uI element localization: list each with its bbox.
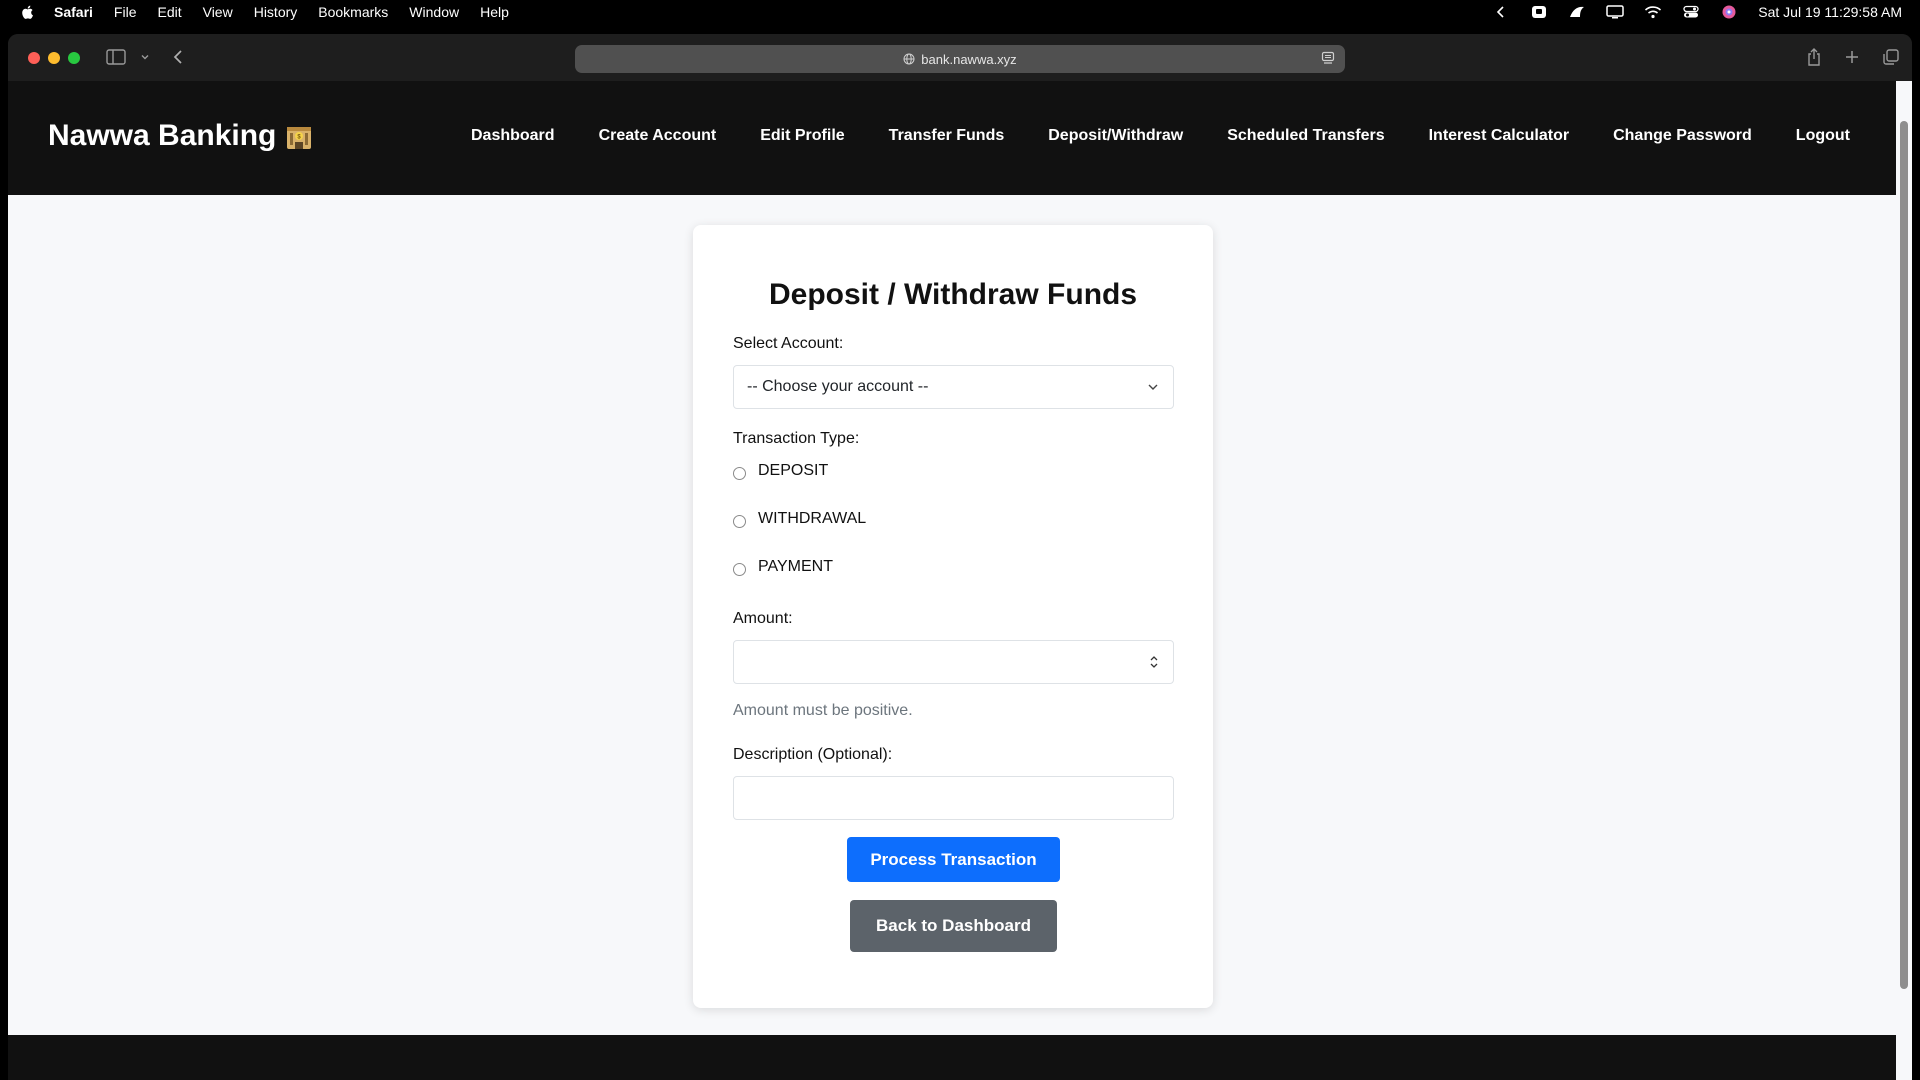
- menu-window[interactable]: Window: [409, 4, 459, 20]
- safari-window: bank.nawwa.xyz Nawwa Banking $ Dashboard…: [8, 34, 1912, 1080]
- back-to-dashboard-button[interactable]: Back to Dashboard: [850, 900, 1057, 952]
- nav-change-password[interactable]: Change Password: [1613, 127, 1752, 145]
- menu-history[interactable]: History: [254, 4, 298, 20]
- chevron-down-icon: [1148, 384, 1158, 390]
- zoom-window-button[interactable]: [68, 52, 80, 64]
- nav-dashboard[interactable]: Dashboard: [471, 127, 555, 145]
- app-status-icon[interactable]: [1568, 5, 1586, 19]
- nav-transfer-funds[interactable]: Transfer Funds: [889, 127, 1005, 145]
- menu-bookmarks[interactable]: Bookmarks: [318, 4, 388, 20]
- radio-payment-label: PAYMENT: [758, 558, 833, 575]
- bank-icon: $: [287, 127, 312, 149]
- nav-edit-profile[interactable]: Edit Profile: [760, 127, 844, 145]
- scrollbar-thumb[interactable]: [1900, 121, 1908, 989]
- web-page: Nawwa Banking $ Dashboard Create Account…: [8, 81, 1896, 1080]
- radio-button[interactable]: [733, 562, 746, 576]
- page-scrollbar[interactable]: [1896, 81, 1912, 1080]
- siri-icon[interactable]: [1720, 5, 1738, 19]
- control-center-icon[interactable]: [1682, 5, 1700, 19]
- account-label: Select Account:: [733, 335, 844, 352]
- process-transaction-button[interactable]: Process Transaction: [847, 837, 1060, 882]
- tab-overview-icon[interactable]: [1882, 46, 1900, 68]
- globe-icon: [903, 53, 915, 65]
- nav-interest-calculator[interactable]: Interest Calculator: [1429, 127, 1569, 145]
- new-tab-icon[interactable]: [1844, 46, 1860, 68]
- minimize-window-button[interactable]: [48, 52, 60, 64]
- radio-withdrawal[interactable]: WITHDRAWAL: [733, 510, 866, 528]
- page-title: Deposit / Withdraw Funds: [768, 278, 1138, 311]
- sidebar-toggle-icon[interactable]: [106, 46, 126, 68]
- radio-deposit[interactable]: DEPOSIT: [733, 462, 828, 480]
- description-label: Description (Optional):: [733, 746, 893, 763]
- account-select[interactable]: -- Choose your account --: [733, 365, 1174, 409]
- menu-file[interactable]: File: [114, 4, 137, 20]
- share-icon[interactable]: [1806, 46, 1822, 68]
- radio-deposit-label: DEPOSIT: [758, 462, 829, 479]
- brand-logo[interactable]: Nawwa Banking $: [48, 119, 314, 153]
- address-bar[interactable]: bank.nawwa.xyz: [575, 45, 1345, 73]
- radio-payment[interactable]: PAYMENT: [733, 558, 833, 576]
- brand-name: Nawwa Banking: [48, 119, 277, 152]
- apple-logo-icon[interactable]: [20, 4, 36, 20]
- amount-field[interactable]: [733, 640, 1174, 684]
- main-nav: Dashboard Create Account Edit Profile Tr…: [471, 127, 1850, 145]
- amount-label: Amount:: [733, 610, 793, 627]
- nav-create-account[interactable]: Create Account: [599, 127, 717, 145]
- chevron-left-icon[interactable]: [1492, 5, 1510, 19]
- display-icon[interactable]: [1606, 5, 1625, 19]
- radio-withdrawal-label: WITHDRAWAL: [758, 510, 867, 527]
- transaction-form-card: Deposit / Withdraw Funds Select Account:…: [693, 225, 1213, 1008]
- menu-edit[interactable]: Edit: [157, 4, 181, 20]
- number-stepper-icon[interactable]: [1149, 654, 1159, 670]
- wifi-icon[interactable]: [1644, 5, 1662, 19]
- close-window-button[interactable]: [28, 52, 40, 64]
- menu-app-name[interactable]: Safari: [54, 4, 93, 20]
- description-input[interactable]: [734, 777, 1173, 819]
- chevron-down-icon[interactable]: [140, 46, 150, 68]
- url-text: bank.nawwa.xyz: [921, 51, 1017, 67]
- menu-extra-icon[interactable]: [1530, 5, 1548, 19]
- menu-bar-clock[interactable]: Sat Jul 19 11:29:58 AM: [1758, 4, 1902, 20]
- nav-scheduled-transfers[interactable]: Scheduled Transfers: [1227, 127, 1384, 145]
- nav-logout[interactable]: Logout: [1796, 127, 1850, 145]
- amount-help-text: Amount must be positive.: [733, 702, 913, 719]
- menu-view[interactable]: View: [203, 4, 233, 20]
- browser-toolbar: bank.nawwa.xyz: [8, 34, 1912, 81]
- macos-menu-bar: Safari File Edit View History Bookmarks …: [0, 0, 1920, 24]
- site-header: Nawwa Banking $ Dashboard Create Account…: [8, 81, 1896, 195]
- transaction-type-label: Transaction Type:: [733, 430, 860, 447]
- description-field[interactable]: [733, 776, 1174, 820]
- radio-button[interactable]: [733, 514, 746, 528]
- nav-deposit-withdraw[interactable]: Deposit/Withdraw: [1048, 127, 1183, 145]
- site-footer: [8, 1035, 1896, 1080]
- amount-input[interactable]: [734, 641, 1173, 683]
- radio-button[interactable]: [733, 466, 746, 480]
- reader-mode-icon[interactable]: [1321, 51, 1335, 68]
- account-select-value: -- Choose your account --: [747, 378, 929, 395]
- menu-help[interactable]: Help: [480, 4, 509, 20]
- back-arrow-icon[interactable]: [172, 46, 184, 68]
